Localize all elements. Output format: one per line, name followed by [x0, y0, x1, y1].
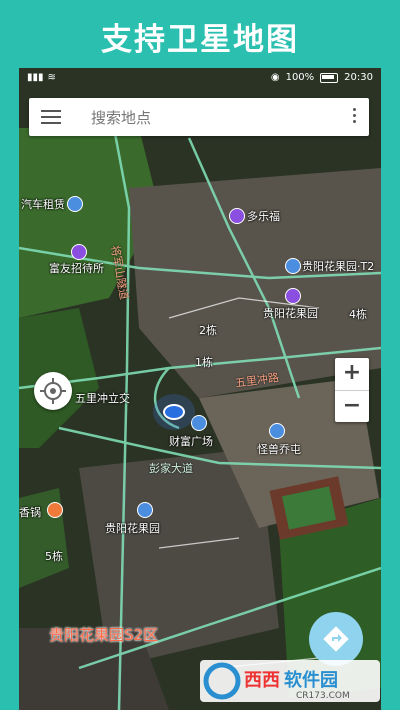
wifi-icon: ≋: [47, 72, 56, 83]
poi-guiyang-garden[interactable]: 贵阳花果园: [263, 305, 318, 321]
building-icon: [285, 258, 301, 274]
battery-icon: [320, 72, 339, 83]
phone-screen: ▮▮▮ ≋ ◉ 100% 20:30 汽车租赁 多乐福 富友招待所 贵阳花果园·…: [19, 68, 381, 710]
car-icon: [67, 196, 83, 212]
poi-building-2: 2栋: [199, 324, 217, 337]
more-options-icon[interactable]: [353, 108, 357, 126]
poi-guiyang-garden-2[interactable]: 贵阳花果园: [105, 520, 160, 536]
navigation-button[interactable]: [309, 612, 363, 666]
building-icon: [269, 423, 285, 439]
svg-text:CR173.COM: CR173.COM: [296, 691, 350, 701]
current-location-marker: [163, 404, 185, 420]
clock: 20:30: [344, 72, 373, 83]
svg-text:西西: 西西: [244, 670, 280, 691]
signal-icon: ▮▮▮: [27, 72, 44, 83]
watermark-logo: 西西 软件园 CR173.COM: [203, 662, 350, 701]
poi-guaishou-town[interactable]: 怪兽乔屯: [257, 441, 301, 457]
zoom-control: + −: [335, 358, 369, 422]
promo-title: 支持卫星地图: [101, 22, 299, 58]
battery-percent: 100%: [285, 72, 315, 83]
poi-building-4: 4栋: [349, 308, 367, 321]
poi-fuyou-inn[interactable]: 富友招待所: [49, 260, 104, 276]
poi-hotpot[interactable]: 香锅: [19, 504, 41, 520]
watermark: 西西 软件园 CR173.COM: [200, 660, 380, 702]
poi-building-1: 1栋: [195, 356, 213, 369]
zoom-out-button[interactable]: −: [335, 391, 369, 423]
search-input[interactable]: [89, 107, 313, 129]
restaurant-icon: [47, 502, 63, 518]
poi-guiyang-garden-t2[interactable]: 贵阳花果园·T2: [302, 258, 374, 274]
hotel-icon: [71, 244, 87, 260]
zoom-in-button[interactable]: +: [335, 358, 369, 390]
locate-me-button[interactable]: [34, 372, 72, 410]
crosshair-icon: [40, 378, 66, 404]
building-icon: [137, 502, 153, 518]
status-bar: ▮▮▮ ≋ ◉ 100% 20:30: [19, 68, 381, 90]
mall-icon: [191, 415, 207, 431]
poi-wulichong-interchange[interactable]: 五里冲立交: [75, 390, 130, 406]
poi-duolefu[interactable]: 多乐福: [247, 208, 280, 224]
road-label-pengjia: 彭家大道: [149, 462, 193, 475]
hamburger-menu-icon[interactable]: [41, 110, 61, 124]
district-label: 贵阳花果园S2区: [49, 626, 159, 644]
poi-car-rental[interactable]: 汽车租赁: [21, 196, 65, 212]
location-icon: ◉: [270, 72, 280, 83]
shopping-icon: [229, 208, 245, 224]
poi-caifu-plaza[interactable]: 财富广场: [169, 433, 213, 449]
search-bar: [29, 98, 369, 136]
poi-building-5: 5栋: [45, 550, 63, 563]
svg-text:软件园: 软件园: [284, 669, 338, 691]
route-arrow-icon: [323, 626, 349, 652]
shopping-icon: [285, 288, 301, 304]
